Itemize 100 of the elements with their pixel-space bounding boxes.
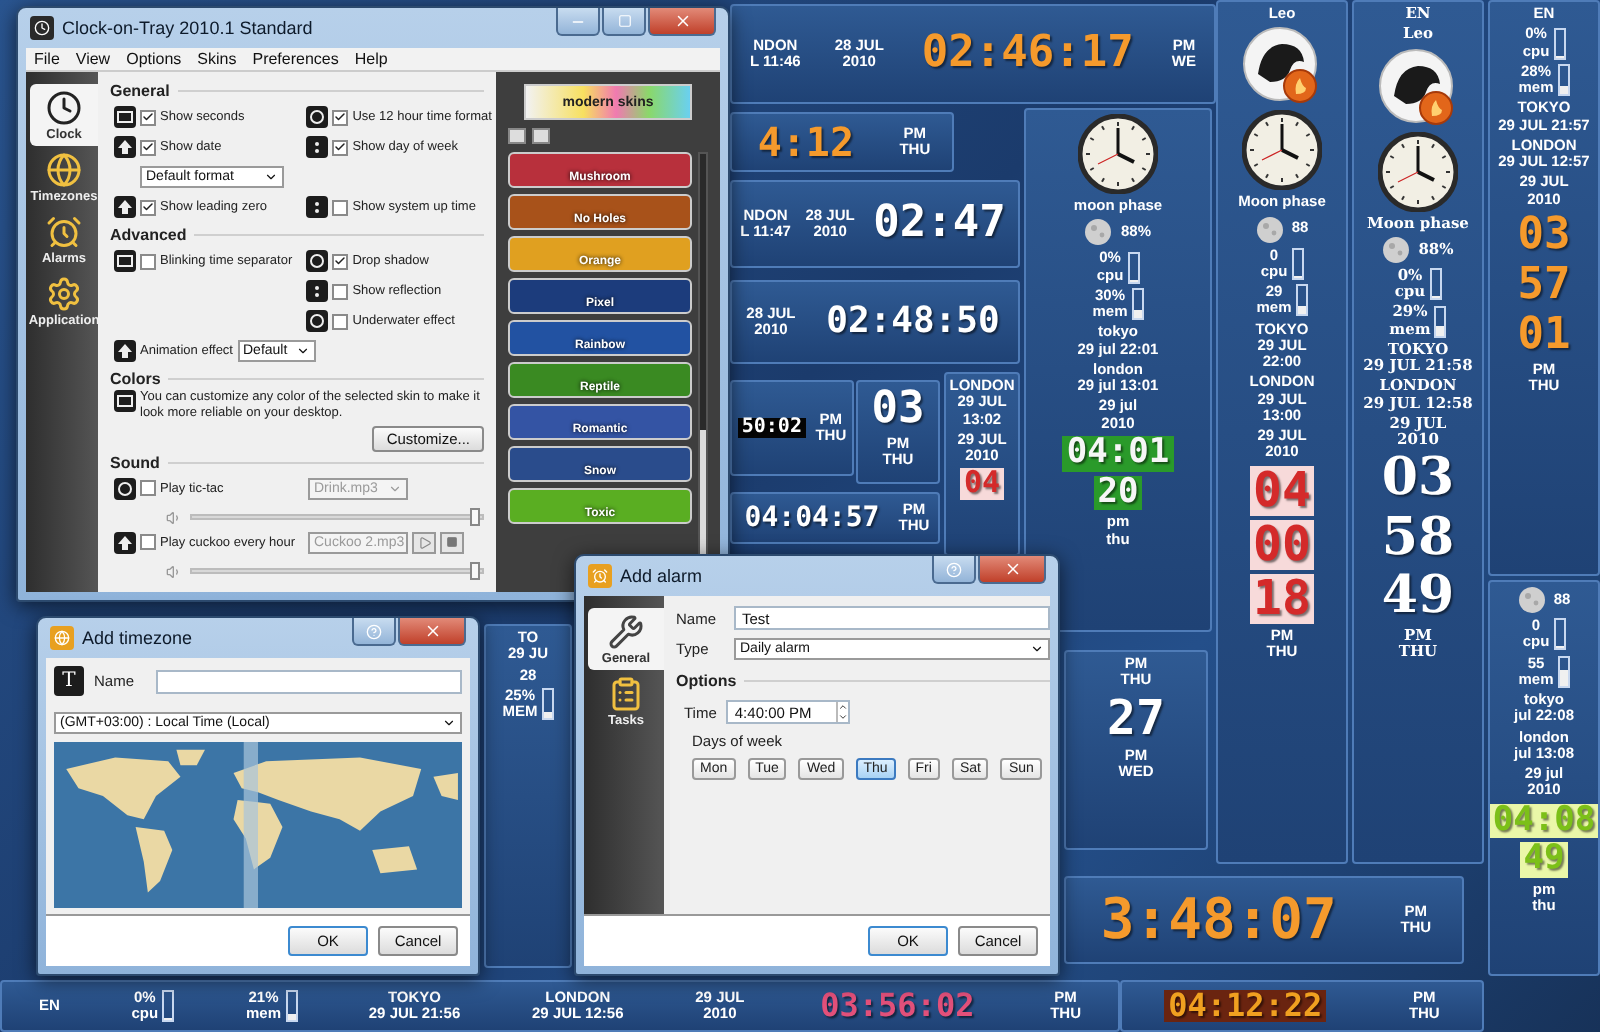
- clock-digits: 04: [1249, 465, 1315, 516]
- tile-icon: [114, 390, 136, 412]
- caret-icon: [264, 170, 278, 184]
- wrench-icon: [608, 614, 644, 650]
- globe-icon: [46, 152, 82, 188]
- stop-icon: [446, 536, 458, 549]
- tile-icon: [306, 310, 329, 332]
- section-title: Advanced: [110, 225, 187, 243]
- section-title: Sound: [110, 454, 160, 473]
- close-icon: [673, 12, 691, 30]
- play-button[interactable]: [412, 531, 436, 554]
- clock-digits: 49: [1519, 842, 1569, 879]
- close-button[interactable]: [978, 556, 1046, 584]
- checkbox[interactable]: [332, 313, 349, 329]
- clock-digits: 57: [1515, 261, 1573, 308]
- tile-icon: [114, 477, 136, 500]
- checkbox[interactable]: [140, 480, 156, 497]
- dialog-icon: [588, 564, 612, 588]
- tile-icon: [306, 280, 329, 302]
- clock-digits: 04: [959, 468, 1005, 500]
- analog-clock: [1078, 114, 1158, 194]
- checkbox[interactable]: [332, 139, 349, 155]
- slider-thumb[interactable]: [469, 508, 480, 527]
- menu-item[interactable]: Help: [354, 50, 388, 68]
- play-icon: [417, 535, 431, 550]
- close-button[interactable]: [398, 618, 466, 646]
- caret-icon: [1030, 642, 1044, 656]
- volume-slider[interactable]: [190, 514, 484, 521]
- clock-digits: 03: [1515, 211, 1573, 258]
- clock-digits: 04:08: [1490, 803, 1598, 839]
- clock-digits: 02:46:17: [919, 30, 1136, 78]
- volume-slider[interactable]: [190, 568, 484, 575]
- checkbox[interactable]: [140, 253, 156, 269]
- checkbox[interactable]: [332, 199, 349, 215]
- help-button[interactable]: [352, 618, 396, 646]
- dialog-icon: [50, 626, 74, 650]
- checkbox[interactable]: [140, 139, 156, 155]
- maximize-icon: [617, 14, 631, 28]
- minimize-button[interactable]: [556, 8, 600, 36]
- help-icon: [946, 561, 962, 577]
- checkbox[interactable]: [332, 253, 349, 269]
- menu-item[interactable]: Preferences: [252, 50, 339, 68]
- clock-digits: 04:01: [1062, 435, 1174, 472]
- tile-icon: [114, 340, 136, 362]
- checkbox[interactable]: [140, 109, 156, 125]
- menu-item[interactable]: Options: [126, 50, 182, 68]
- tile-icon: [114, 136, 136, 158]
- clock-digits: 49: [1379, 569, 1457, 625]
- clock-digits: 03: [869, 386, 927, 433]
- clock-digits: 00: [1249, 519, 1315, 570]
- caret-icon: [388, 481, 402, 496]
- tile-icon: [306, 136, 329, 158]
- clock-digits: 03: [1379, 452, 1457, 508]
- clock-digits: 04:04:57: [742, 503, 882, 533]
- moon-icon: [1382, 235, 1411, 264]
- moon-icon: [1255, 215, 1284, 243]
- window-title: Clock-on-Tray 2010.1 Standard: [62, 18, 315, 38]
- window-title: Add alarm: [620, 566, 705, 586]
- tile-icon: [114, 106, 136, 128]
- tile-icon: [306, 250, 329, 272]
- app-icon: [30, 16, 54, 40]
- stop-button[interactable]: [440, 531, 464, 554]
- checkmark-icon: [142, 110, 154, 124]
- clock-digits: 3:48:07: [1098, 890, 1339, 950]
- caret-icon: [295, 344, 310, 358]
- tile-icon: [306, 196, 329, 218]
- speaker-icon: [166, 563, 182, 580]
- clock-digits: 04:12:22: [1164, 989, 1327, 1023]
- checkmark-icon: [334, 110, 347, 124]
- checkbox[interactable]: [332, 283, 349, 299]
- tile-icon: [114, 250, 136, 272]
- slider-thumb[interactable]: [469, 562, 480, 581]
- clock-digits: 50:02: [737, 417, 806, 439]
- window-title: Add timezone: [82, 628, 195, 648]
- spinner-arrows[interactable]: [836, 702, 849, 722]
- menu-item[interactable]: Skins: [197, 50, 237, 68]
- help-button[interactable]: [932, 556, 976, 584]
- menu-item[interactable]: File: [34, 50, 60, 68]
- alarm-clock-icon: [46, 214, 82, 250]
- checkbox[interactable]: [140, 199, 156, 215]
- tile-icon: [114, 531, 136, 554]
- checkmark-icon: [334, 254, 347, 268]
- menu-item[interactable]: View: [75, 50, 111, 68]
- maximize-button[interactable]: [602, 8, 646, 36]
- section-title: General: [110, 81, 170, 99]
- checkmark-icon: [142, 140, 154, 154]
- clipboard-icon: [608, 676, 644, 712]
- close-button[interactable]: [648, 8, 716, 36]
- name-input[interactable]: [156, 669, 462, 693]
- checkmark-icon: [334, 140, 347, 154]
- checkmark-icon: [142, 200, 154, 214]
- analog-clock: [1242, 110, 1322, 191]
- checkbox[interactable]: [140, 534, 156, 551]
- checkbox[interactable]: [332, 109, 349, 125]
- analog-clock: [1378, 131, 1458, 211]
- clock-digits: 58: [1379, 511, 1457, 566]
- clock-digits: 01: [1515, 311, 1573, 359]
- tile-icon: [306, 106, 329, 128]
- moon-icon: [1517, 586, 1546, 614]
- close-icon: [1003, 560, 1021, 578]
